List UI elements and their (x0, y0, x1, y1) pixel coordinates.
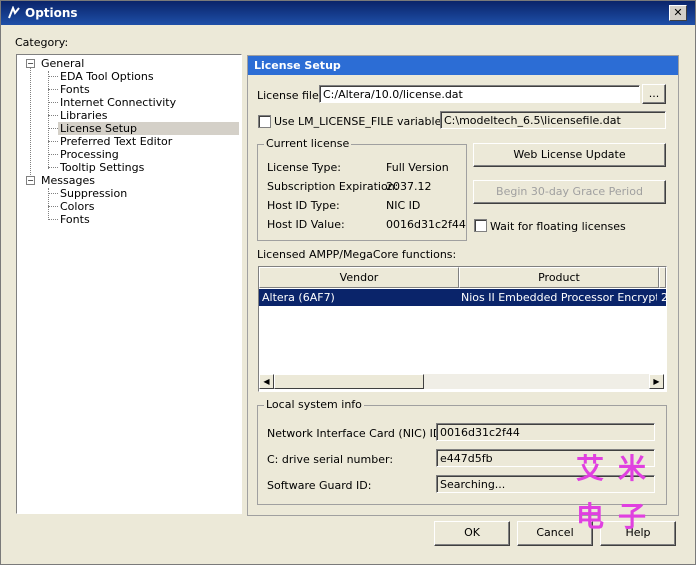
license-type-value: Full Version (386, 161, 449, 174)
tree-item-colors[interactable]: Colors (60, 200, 94, 213)
subscription-expiration-value: 2037.12 (386, 180, 432, 193)
tree-item-suppression[interactable]: Suppression (60, 187, 127, 200)
local-system-info-title: Local system info (264, 398, 364, 411)
license-type-label: License Type: (267, 161, 341, 174)
column-header-extra[interactable] (659, 267, 666, 288)
ampp-label: Licensed AMPP/MegaCore functions: (257, 248, 457, 261)
wait-floating-licenses-checkbox[interactable] (474, 219, 487, 232)
license-file-label: License file: (257, 89, 323, 102)
tree-item-eda-tool-options[interactable]: EDA Tool Options (60, 70, 154, 83)
column-header-product[interactable]: Product (459, 267, 659, 288)
tree-line (48, 89, 58, 90)
options-dialog: Options ✕ Category: − General EDA Tool O… (0, 0, 696, 565)
tree-line (48, 193, 58, 194)
tree-item-tooltip-settings[interactable]: Tooltip Settings (60, 161, 144, 174)
license-file-input[interactable]: C:/Altera/10.0/license.dat (319, 85, 640, 103)
ampp-list[interactable]: Vendor Product Altera (6AF7) Nios II Emb… (258, 266, 667, 392)
ok-button[interactable]: OK (434, 521, 510, 546)
use-lm-license-checkbox[interactable] (258, 115, 271, 128)
extra-cell: 2 (661, 291, 666, 304)
subscription-expiration-label: Subscription Expiration: (267, 180, 399, 193)
product-cell: Nios II Embedded Processor Encrypte... (461, 291, 657, 304)
tree-item-license-setup[interactable]: License Setup (60, 122, 137, 135)
tree-line (48, 154, 58, 155)
watermark-line-2: 电子 (576, 500, 661, 533)
chevron-left-icon: ◀ (263, 377, 270, 386)
tree-item-libraries[interactable]: Libraries (60, 109, 108, 122)
column-header-vendor[interactable]: Vendor (259, 267, 459, 288)
current-license-title: Current license (264, 137, 352, 150)
app-icon (8, 6, 20, 19)
tree-line (48, 206, 58, 207)
host-id-value-label: Host ID Value: (267, 218, 345, 231)
web-license-update-button[interactable]: Web License Update (473, 143, 666, 167)
lm-license-file-field[interactable]: C:\modeltech_6.5\licensefile.dat (440, 111, 666, 129)
collapse-general-icon[interactable]: − (26, 59, 35, 68)
tree-line (48, 141, 58, 142)
tree-item-processing[interactable]: Processing (60, 148, 119, 161)
tree-line (48, 76, 58, 77)
tree-item-general[interactable]: General (41, 57, 84, 70)
host-id-value: 0016d31c2f44 (386, 218, 466, 231)
host-id-type-value: NIC ID (386, 199, 421, 212)
tree-item-preferred-text-editor[interactable]: Preferred Text Editor (60, 135, 172, 148)
scroll-left-button[interactable]: ◀ (259, 374, 274, 389)
panel-header: License Setup (248, 56, 678, 75)
close-button[interactable]: ✕ (669, 5, 687, 21)
tree-line (48, 128, 58, 129)
tree-item-fonts[interactable]: Fonts (60, 83, 90, 96)
panel-title: License Setup (254, 59, 341, 72)
nic-id-field[interactable]: 0016d31c2f44 (436, 423, 655, 441)
browse-button[interactable]: ... (642, 84, 666, 104)
wait-floating-licenses-label: Wait for floating licenses (490, 220, 626, 233)
use-lm-license-label: Use LM_LICENSE_FILE variable: (274, 115, 446, 128)
title-bar[interactable]: Options ✕ (1, 1, 695, 25)
begin-grace-period-button[interactable]: Begin 30-day Grace Period (473, 180, 666, 204)
close-icon: ✕ (673, 6, 683, 19)
scroll-right-button[interactable]: ▶ (649, 374, 664, 389)
table-row[interactable]: Altera (6AF7) Nios II Embedded Processor… (259, 289, 666, 306)
tree-line (30, 67, 31, 181)
host-id-type-label: Host ID Type: (267, 199, 340, 212)
tree-line (48, 102, 58, 103)
scroll-thumb[interactable] (274, 374, 424, 389)
window-title: Options (25, 6, 78, 20)
vendor-cell: Altera (6AF7) (262, 291, 335, 304)
chevron-right-icon: ▶ (653, 377, 660, 386)
horizontal-scrollbar[interactable]: ◀ ▶ (259, 374, 664, 389)
tree-line (48, 167, 58, 168)
software-guard-label: Software Guard ID: (267, 479, 372, 492)
tree-item-message-fonts[interactable]: Fonts (60, 213, 90, 226)
tree-item-internet-connectivity[interactable]: Internet Connectivity (60, 96, 176, 109)
drive-serial-label: C: drive serial number: (267, 453, 394, 466)
watermark-line-1: 艾米 (576, 452, 661, 485)
category-label: Category: (15, 36, 69, 49)
tree-item-messages[interactable]: Messages (41, 174, 95, 187)
category-tree[interactable]: − General EDA Tool Options Fonts Interne… (16, 54, 242, 514)
tree-line (48, 115, 58, 116)
nic-id-label: Network Interface Card (NIC) ID: (267, 427, 446, 440)
collapse-messages-icon[interactable]: − (26, 176, 35, 185)
tree-line (48, 219, 58, 220)
